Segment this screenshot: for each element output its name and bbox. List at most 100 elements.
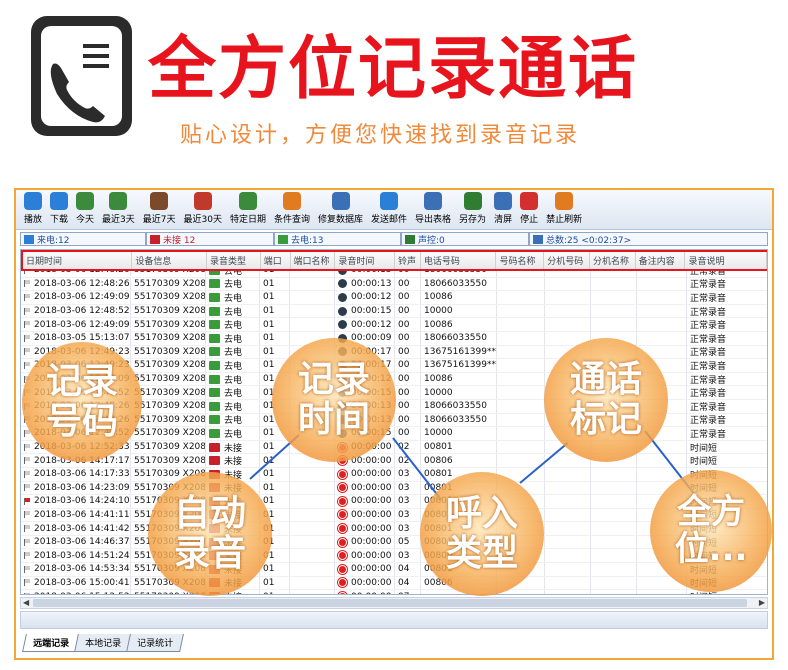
tab-record-stats[interactable]: 记录统计 [126,634,184,652]
cell-device-text: 55170309 X208 [134,306,206,317]
column-header[interactable]: 录音时间 [335,252,395,269]
scroll-right-icon[interactable]: ▶ [759,598,765,607]
no-recording-icon[interactable] [338,551,347,561]
no-recording-icon[interactable] [338,578,347,588]
flag-icon[interactable] [24,457,30,465]
table-row[interactable]: 2018-03-06 12:49:2355170309 X208去电0100:0… [21,345,767,360]
flag-icon[interactable] [24,361,30,369]
table-row[interactable]: 2018-03-06 12:48:52 55170309 X208 去电 01 00:0… [21,304,767,319]
toolbar-button-calendar-date[interactable]: 特定日期 [226,190,270,229]
no-recording-icon[interactable] [338,483,347,493]
column-header[interactable]: 分机名称 [590,252,636,269]
flag-icon[interactable] [24,321,30,329]
table-header: 日期时间 设备信息 录音类型 端口 端口名称 录音时间 铃声 电话号码 号码名称 分机号码 分机名称… [21,250,767,271]
cell-datetime-text: 2018-03-06 14:46:37 [34,537,130,548]
toolbar-button-disable-refresh[interactable]: 禁止刷新 [542,190,586,229]
missed-call-icon [150,234,160,244]
flag-icon[interactable] [24,579,30,587]
horizontal-scrollbar[interactable]: ◀ ▶ [20,597,768,609]
table-row[interactable]: 2018-03-06 15:12:5255170309 X208未接0100:0… [21,590,767,594]
no-recording-icon[interactable] [338,564,347,574]
no-recording-icon[interactable] [338,524,347,534]
cell-extension-name [591,535,637,549]
toolbar-button-search[interactable]: 条件查询 [270,190,314,229]
no-recording-icon[interactable] [338,469,347,479]
phone-call-icon [31,16,132,136]
table-row[interactable]: 2018-03-06 14:17:3355170309 X208未接0100:0… [21,467,767,482]
flag-icon[interactable] [24,348,30,356]
cell-datetime: 2018-03-06 12:49:09 [21,318,131,331]
flag-icon[interactable] [24,552,30,560]
column-header[interactable]: 日期时间 [23,252,133,269]
flag-icon[interactable] [24,470,30,478]
tab-record-stats-label: 记录统计 [137,639,174,649]
scrollbar-thumb[interactable] [33,599,747,607]
toolbar-button-calendar-7days[interactable]: 最近7天 [139,190,180,229]
column-header[interactable]: 端口名称 [291,252,336,269]
no-recording-icon[interactable] [338,592,347,594]
no-recording-icon[interactable] [338,510,347,520]
flag-icon[interactable] [24,293,30,301]
flag-icon[interactable] [24,593,30,594]
table-row[interactable]: 2018-03-06 12:48:26 55170309 X208 去电 01 00:0… [21,277,767,292]
tab-remote-records[interactable]: 远端记录 [22,634,80,652]
column-header[interactable]: 分机号码 [544,252,590,269]
flag-icon[interactable] [24,538,30,546]
toolbar-button-email[interactable]: 发送邮件 [367,190,411,229]
flag-icon[interactable] [24,334,30,342]
column-header[interactable]: 端口 [261,252,291,269]
missed-count-label: 未接 12 [163,235,196,246]
cell-ring-text: 00 [398,428,410,439]
toolbar-button-calendar-30days[interactable]: 最近30天 [180,190,226,229]
table-row[interactable]: 2018-03-06 12:49:09 55170309 X208 去电 01 00:0… [21,291,767,305]
column-header[interactable]: 电话号码 [421,252,497,269]
column-header[interactable]: 铃声 [395,252,421,269]
column-header[interactable]: 备注内容 [636,252,686,269]
table-row[interactable]: 2018-03-06 14:53:3455170309 X208未接0100:0… [21,563,767,577]
toolbar-button-play[interactable]: 播放 [20,190,46,229]
scroll-left-icon[interactable]: ◀ [23,598,29,607]
flag-icon[interactable] [24,525,30,533]
recording-icon[interactable] [338,279,347,289]
column-header[interactable]: 录音说明 [685,252,767,269]
toolbar-button-label: 条件查询 [273,215,310,225]
column-header[interactable]: 录音类型 [207,252,261,269]
flag-icon[interactable] [24,443,30,451]
cell-phone-text: 18066033550 [424,333,487,344]
recording-icon[interactable] [338,292,347,302]
toolbar-button-clear-screen[interactable]: 清屏 [490,190,516,229]
toolbar-button-calendar-3days[interactable]: 最近3天 [98,190,139,229]
toolbar-button-save-as[interactable]: 另存为 [455,190,490,229]
cell-port-text: 01 [263,306,275,317]
column-header[interactable]: 设备信息 [132,252,207,269]
table-row[interactable]: 2018-03-06 14:23:0955170309 X208未接0100:0… [21,481,767,496]
toolbar-button-stop[interactable]: 停止 [516,190,542,229]
cell-number-name [497,318,545,331]
recording-icon[interactable] [338,320,347,330]
cell-datetime-text: 2018-03-06 12:49:09 [34,319,130,330]
table-row[interactable]: 2018-03-05 15:13:07 55170309 X208 去电 01 00:0… [21,331,767,346]
toolbar-button-export-table[interactable]: 导出表格 [411,190,455,229]
tab-local-records[interactable]: 本地记录 [74,634,132,652]
flag-icon[interactable] [24,307,30,315]
no-recording-icon[interactable] [338,496,347,506]
feature-bubble-label: 呼入类型 [445,493,518,574]
toolbar-button-calendar-today[interactable]: 今天 [72,190,98,229]
recording-icon[interactable] [338,306,347,316]
cell-number-name [497,440,545,454]
flag-icon[interactable] [24,280,30,288]
cell-type-text: 去电 [224,348,243,359]
toolbar-button-download[interactable]: 下载 [46,190,72,229]
cell-remark [637,277,687,291]
toolbar-button-repair-database[interactable]: 修复数据库 [314,190,367,229]
table-row[interactable]: 2018-03-06 14:17:1755170309 X208未接0100:0… [21,454,767,468]
flag-icon[interactable] [24,511,30,519]
flag-icon[interactable] [24,497,30,505]
table-row[interactable]: 2018-03-06 12:49:09 55170309 X208 去电 01 00:0… [21,318,767,332]
column-header[interactable]: 号码名称 [496,252,545,269]
no-recording-icon[interactable] [338,537,347,547]
table-row[interactable]: 2018-03-06 15:00:4155170309 X208未接0100:0… [21,576,767,591]
flag-icon[interactable] [24,565,30,573]
cell-ring-text: 00 [398,333,410,344]
flag-icon[interactable] [24,484,30,492]
